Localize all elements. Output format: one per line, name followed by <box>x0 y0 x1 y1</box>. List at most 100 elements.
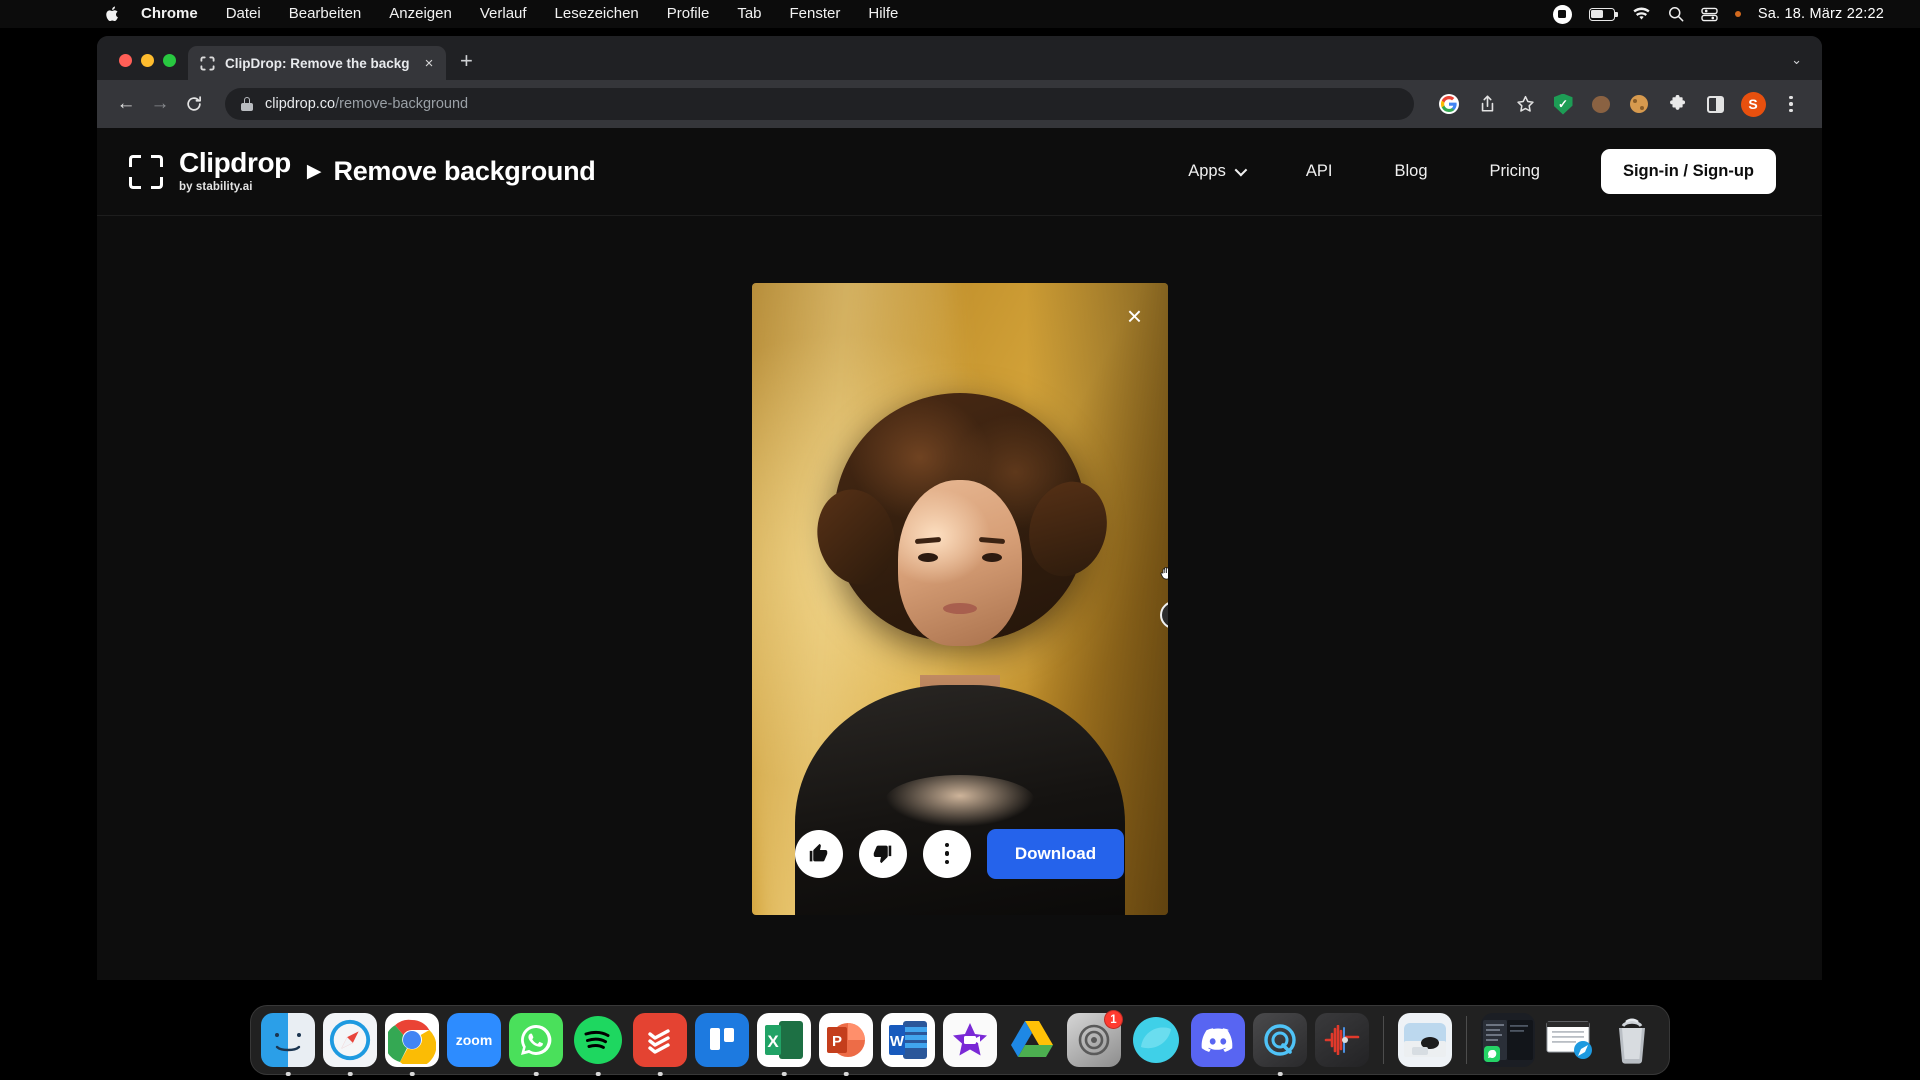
forward-button[interactable]: → <box>143 87 177 121</box>
chrome-menu-icon[interactable] <box>1776 89 1806 119</box>
shield-extension-icon[interactable]: ✓ <box>1548 89 1578 119</box>
dock-item-document-window[interactable] <box>1543 1013 1597 1067</box>
tab-search-chevron-icon[interactable]: ⌄ <box>1791 52 1822 80</box>
apple-logo-icon[interactable] <box>104 4 121 24</box>
clipdrop-brand[interactable]: Clipdrop by stability.ai <box>129 149 291 194</box>
menu-item-tab[interactable]: Tab <box>723 0 775 28</box>
sign-in-sign-up-button[interactable]: Sign-in / Sign-up <box>1600 149 1776 194</box>
clipdrop-site-header: Clipdrop by stability.ai ▶ Remove backgr… <box>97 128 1822 216</box>
more-options-button[interactable] <box>922 829 971 878</box>
tab-strip: ClipDrop: Remove the backgro × + ⌄ <box>97 36 1822 80</box>
dock-item-audio-app[interactable] <box>1315 1013 1369 1067</box>
cookie-extension-icon[interactable] <box>1624 89 1654 119</box>
dock-item-finder[interactable] <box>261 1013 315 1076</box>
mac-dock-container: zoom X P W 1 <box>0 998 1920 1080</box>
menu-item-anzeigen[interactable]: Anzeigen <box>375 0 466 28</box>
nav-link-blog[interactable]: Blog <box>1363 162 1458 181</box>
menu-item-fenster[interactable]: Fenster <box>776 0 855 28</box>
screen-record-icon[interactable] <box>1552 4 1572 24</box>
nav-link-pricing[interactable]: Pricing <box>1459 162 1571 181</box>
breadcrumb-arrow-icon: ▶ <box>306 161 322 182</box>
chevron-down-icon <box>1234 163 1248 177</box>
menu-items: Chrome Datei Bearbeiten Anzeigen Verlauf… <box>104 0 912 28</box>
dock-badge-system-settings: 1 <box>1104 1010 1123 1029</box>
menu-item-verlauf[interactable]: Verlauf <box>466 0 541 28</box>
reload-button[interactable] <box>177 87 211 121</box>
extension-blob-icon[interactable] <box>1586 89 1616 119</box>
dock-item-photos-folder[interactable] <box>1398 1013 1452 1067</box>
dock-item-imovie[interactable] <box>943 1013 997 1067</box>
thumbs-up-button[interactable] <box>794 829 843 878</box>
menu-item-hilfe[interactable]: Hilfe <box>854 0 912 28</box>
menu-bar-clock[interactable]: Sa. 18. März 22:22 <box>1758 6 1884 22</box>
profile-avatar[interactable]: S <box>1738 89 1768 119</box>
window-traffic-lights <box>111 54 188 80</box>
grab-hand-cursor-icon <box>1159 565 1168 581</box>
menu-item-profile[interactable]: Profile <box>653 0 724 28</box>
status-orange-dot <box>1734 11 1741 17</box>
google-search-icon[interactable] <box>1434 89 1464 119</box>
nav-link-apps[interactable]: Apps <box>1157 162 1275 181</box>
side-panel-icon[interactable] <box>1700 89 1730 119</box>
url-domain: clipdrop.co <box>265 96 336 112</box>
dock-item-todoist[interactable] <box>633 1013 687 1076</box>
new-tab-button[interactable]: + <box>460 50 473 72</box>
dock-item-microsoft-powerpoint[interactable]: P <box>819 1013 873 1076</box>
web-page-content: Clipdrop by stability.ai ▶ Remove backgr… <box>97 128 1822 980</box>
menu-item-datei[interactable]: Datei <box>212 0 275 28</box>
bookmark-star-icon[interactable] <box>1510 89 1540 119</box>
dock-item-microsoft-excel[interactable]: X <box>757 1013 811 1076</box>
svg-text:W: W <box>890 1033 905 1050</box>
dock-item-downloads-stack[interactable] <box>1481 1013 1535 1067</box>
dock-item-trello[interactable] <box>695 1013 749 1067</box>
control-center-icon[interactable] <box>1701 7 1718 22</box>
back-button[interactable]: ← <box>109 87 143 121</box>
image-result-card: × Download <box>751 282 1168 915</box>
url-path: /remove-background <box>335 96 469 112</box>
dock-item-whatsapp[interactable] <box>509 1013 563 1076</box>
dock-item-microsoft-word[interactable]: W <box>881 1013 935 1067</box>
brand-name: Clipdrop <box>179 147 291 179</box>
menu-item-chrome[interactable]: Chrome <box>127 0 212 28</box>
tab-title: ClipDrop: Remove the backgro <box>225 55 410 71</box>
brand-subtitle: by stability.ai <box>179 181 253 194</box>
image-action-bar: Download <box>752 828 1168 879</box>
dock-label-zoom: zoom <box>455 1032 493 1048</box>
clipdrop-favicon <box>200 55 215 71</box>
maximize-window-button[interactable] <box>163 54 176 67</box>
menu-item-lesezeichen[interactable]: Lesezeichen <box>541 0 653 28</box>
dock-item-trash[interactable] <box>1605 1013 1659 1067</box>
share-icon[interactable] <box>1472 89 1502 119</box>
menu-item-bearbeiten[interactable]: Bearbeiten <box>275 0 376 28</box>
dock-separator <box>1383 1016 1384 1064</box>
extensions-puzzle-icon[interactable] <box>1662 89 1692 119</box>
nav-link-apps-label: Apps <box>1188 162 1226 180</box>
dock-item-spotify[interactable] <box>571 1013 625 1076</box>
address-bar-url: clipdrop.co/remove-background <box>265 96 468 112</box>
page-title: Remove background <box>333 156 596 186</box>
dock-item-blue-orb-app[interactable] <box>1129 1013 1183 1067</box>
mac-dock: zoom X P W 1 <box>250 1005 1670 1076</box>
dock-item-google-drive[interactable] <box>1005 1013 1059 1067</box>
battery-icon[interactable] <box>1588 7 1618 21</box>
address-bar[interactable]: clipdrop.co/remove-background <box>225 88 1414 120</box>
dock-item-system-settings[interactable]: 1 <box>1067 1010 1123 1067</box>
mac-menu-bar: Chrome Datei Bearbeiten Anzeigen Verlauf… <box>0 0 1920 28</box>
editor-canvas: × Download <box>97 217 1822 980</box>
minimize-window-button[interactable] <box>141 54 154 67</box>
dock-item-discord[interactable] <box>1191 1013 1245 1067</box>
close-icon[interactable]: × <box>1120 301 1150 331</box>
thumbs-down-button[interactable] <box>858 829 907 878</box>
dock-item-zoom[interactable]: zoom <box>447 1013 501 1067</box>
tab-close-icon[interactable]: × <box>420 55 438 72</box>
dock-item-quicktime-player[interactable] <box>1253 1013 1307 1076</box>
nav-link-api[interactable]: API <box>1275 162 1364 181</box>
dock-item-safari[interactable] <box>323 1013 377 1076</box>
dock-item-google-chrome[interactable] <box>385 1013 439 1076</box>
browser-tab-clipdrop[interactable]: ClipDrop: Remove the backgro × <box>188 46 446 80</box>
spotlight-search-icon[interactable] <box>1668 6 1684 22</box>
close-window-button[interactable] <box>119 54 132 67</box>
result-image[interactable] <box>751 282 1168 915</box>
wifi-icon[interactable] <box>1632 7 1651 21</box>
download-button[interactable]: Download <box>986 828 1125 879</box>
